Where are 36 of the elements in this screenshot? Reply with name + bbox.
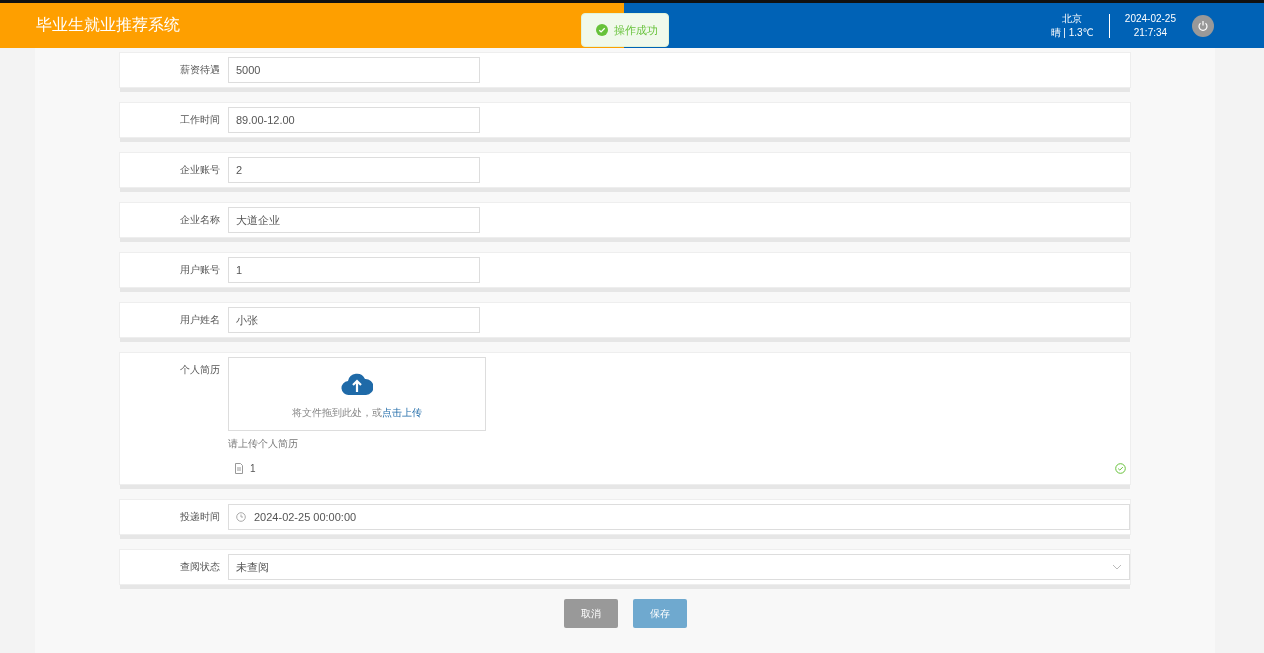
field-label: 企业账号 — [179, 163, 221, 177]
cloud-upload-icon — [341, 372, 373, 396]
file-name[interactable]: 1 — [250, 463, 256, 474]
field-label: 个人简历 — [179, 363, 221, 377]
input-field[interactable]: 1 — [228, 257, 480, 283]
app-title: 毕业生就业推荐系统 — [36, 15, 180, 35]
field-label: 查阅状态 — [179, 560, 221, 574]
weather: 晴 | 1.3℃ — [1050, 25, 1094, 40]
upload-tip: 请上传个人简历 — [228, 437, 299, 451]
input-field[interactable]: 89.00-12.00 — [228, 107, 480, 133]
field-label: 企业名称 — [179, 213, 221, 227]
clock-icon — [236, 512, 246, 522]
date: 2024-02-25 — [1124, 11, 1176, 26]
chevron-down-icon — [1112, 564, 1122, 570]
field-label: 投递时间 — [179, 510, 221, 524]
check-circle-icon — [1115, 463, 1126, 474]
power-button[interactable] — [1192, 14, 1214, 37]
toast-text: 操作成功 — [614, 22, 658, 38]
input-field[interactable]: 小张 — [228, 307, 480, 333]
success-icon — [596, 24, 608, 36]
field-label: 薪资待遇 — [179, 63, 221, 77]
date-field[interactable]: 2024-02-25 00:00:00 — [228, 504, 1130, 530]
power-icon — [1197, 19, 1209, 32]
city: 北京 — [1062, 11, 1083, 26]
input-field[interactable]: 大道企业 — [228, 207, 480, 233]
input-field[interactable]: 5000 — [228, 57, 480, 83]
select-field[interactable]: 未查阅 — [228, 554, 1130, 580]
field-label: 用户姓名 — [179, 313, 221, 327]
input-field[interactable]: 2 — [228, 157, 480, 183]
field-label: 工作时间 — [179, 113, 221, 127]
time: 21:7:34 — [1133, 25, 1168, 40]
upload-dropzone[interactable]: 将文件拖到此处，或点击上传 — [228, 357, 486, 431]
document-icon — [234, 463, 244, 474]
field-label: 用户账号 — [179, 263, 221, 277]
upload-hint: 将文件拖到此处，或点击上传 — [292, 406, 422, 420]
upload-link[interactable]: 点击上传 — [382, 407, 422, 418]
